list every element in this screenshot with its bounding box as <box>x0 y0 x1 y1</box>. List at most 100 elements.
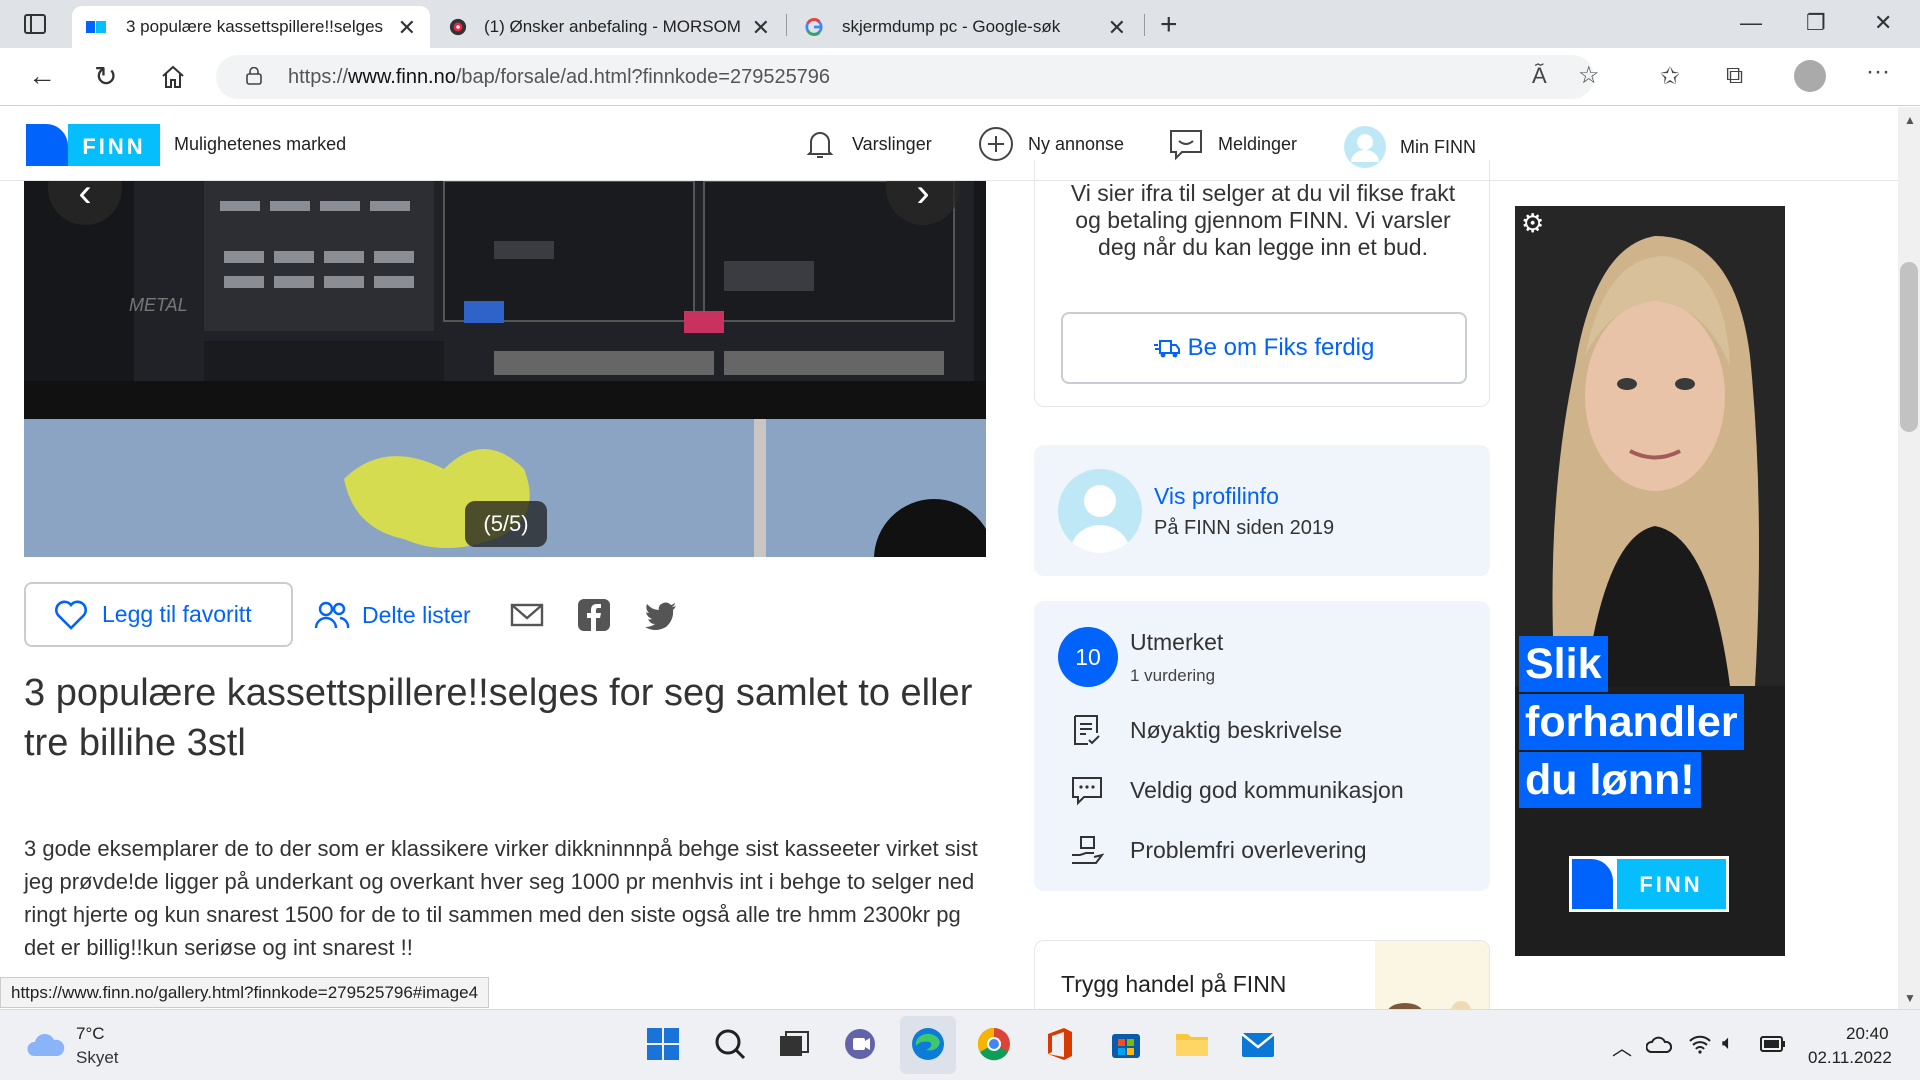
collections-icon[interactable]: ⧉ <box>1726 62 1743 90</box>
ad-headline-line: forhandler <box>1519 694 1744 750</box>
minimize-icon[interactable]: — <box>1740 10 1762 36</box>
back-icon[interactable]: ← <box>28 60 56 92</box>
profile-avatar[interactable] <box>1794 60 1826 92</box>
battery-icon[interactable] <box>1760 1036 1786 1052</box>
home-icon[interactable] <box>160 64 186 90</box>
wifi-icon[interactable] <box>1688 1034 1712 1054</box>
scroll-thumb[interactable] <box>1900 262 1918 432</box>
image-gallery[interactable]: METAL ‹ › (5/5) <box>24 181 986 557</box>
url-field[interactable]: https://www.finn.no/bap/forsale/ad.html?… <box>216 55 1600 99</box>
refresh-icon[interactable]: ↻ <box>94 60 117 93</box>
chevron-right-icon: › <box>916 181 930 215</box>
tab-google[interactable]: skjermdump pc - Google-søk ✕ <box>788 6 1140 48</box>
fiks-ferdig-card: Vi sier ifra til selger at du vil fikse … <box>1034 160 1490 407</box>
twitter-share-icon[interactable] <box>644 598 678 632</box>
mail-icon[interactable] <box>1238 1024 1278 1064</box>
seller-profile-card: Vis profilinfo På FINN siden 2019 <box>1034 445 1490 576</box>
start-icon[interactable] <box>643 1024 683 1064</box>
cloud-icon[interactable] <box>26 1030 66 1058</box>
tab-separator <box>786 14 787 36</box>
favorites-icon[interactable]: ✩ <box>1660 62 1680 91</box>
onedrive-icon[interactable] <box>1646 1034 1672 1054</box>
ad-finn-logo: FINN <box>1569 856 1729 912</box>
gallery-photo: METAL <box>24 181 986 419</box>
fiks-info-text: Vi sier ifra til selger at du vil fikse … <box>1070 180 1456 260</box>
bell-icon <box>806 132 834 158</box>
tab-actions-icon[interactable] <box>24 14 46 34</box>
plus-circle-icon <box>979 127 1013 161</box>
handover-package-icon <box>1072 836 1104 864</box>
scroll-down-icon[interactable]: ▼ <box>1904 991 1916 1005</box>
google-favicon-icon <box>805 18 823 36</box>
page-scrollbar[interactable]: ▲ ▼ <box>1898 107 1920 1009</box>
facebook-share-icon[interactable] <box>577 598 611 632</box>
rating-item-label: Problemfri overlevering <box>1130 836 1367 863</box>
file-explorer-icon[interactable] <box>1172 1024 1212 1064</box>
tab-label: skjermdump pc - Google-søk <box>842 17 1061 36</box>
tab-label: 3 populære kassettspillere!!selges <box>126 17 384 36</box>
finn-favicon-icon <box>86 21 106 33</box>
weather-temperature[interactable]: 7°C <box>76 1024 105 1044</box>
ad-logo-text: FINN <box>1639 872 1702 897</box>
ad-settings-icon[interactable]: ⚙ <box>1521 208 1544 239</box>
rating-label: Utmerket <box>1130 629 1224 655</box>
finn-logo[interactable]: FINN <box>26 124 160 166</box>
ad-headline-line: Slik <box>1519 636 1608 692</box>
nav-meldinger[interactable]: Meldinger <box>1168 126 1297 162</box>
weather-condition[interactable]: Skyet <box>76 1048 119 1068</box>
message-icon <box>1170 130 1202 161</box>
fiks-ferdig-button[interactable]: Be om Fiks ferdig <box>1061 312 1467 384</box>
url-text: https://www.finn.no/bap/forsale/ad.html?… <box>288 66 831 88</box>
favorite-button[interactable]: Legg til favoritt <box>24 582 293 647</box>
rating-item: Nøyaktig beskrivelse <box>1070 713 1342 747</box>
task-view-icon[interactable] <box>774 1024 814 1064</box>
close-tab-icon[interactable]: ✕ <box>398 15 416 41</box>
new-tab-icon[interactable]: + <box>1160 8 1178 42</box>
rating-item: Problemfri overlevering <box>1070 833 1366 867</box>
clock-time[interactable]: 20:40 <box>1846 1024 1889 1044</box>
safe-trade-card[interactable]: Trygg handel på FINN <box>1034 940 1490 1020</box>
address-bar: ← ↻ https://www.finn.no/bap/forsale/ad.h… <box>0 48 1920 106</box>
search-icon[interactable] <box>710 1024 750 1064</box>
tab-morsom[interactable]: (1) Ønsker anbefaling - MORSOM ✕ <box>432 6 784 48</box>
chrome-icon[interactable] <box>974 1024 1014 1064</box>
link-status-url: https://www.finn.no/gallery.html?finnkod… <box>0 977 490 1008</box>
store-icon[interactable] <box>1106 1024 1146 1064</box>
rating-count: 1 vurdering <box>1130 666 1216 685</box>
tab-finn-ad[interactable]: 3 populære kassettspillere!!selges ✕ <box>72 6 430 48</box>
browser-tab-bar: 3 populære kassettspillere!!selges ✕ (1)… <box>0 0 1920 48</box>
more-menu-icon[interactable]: ··· <box>1866 58 1890 86</box>
heart-icon <box>55 600 87 630</box>
email-share-icon[interactable] <box>510 598 544 632</box>
volume-icon[interactable]: 🔈︎ <box>1722 1032 1734 1055</box>
rating-item-label: Nøyaktig beskrivelse <box>1130 716 1343 743</box>
scroll-up-icon[interactable]: ▲ <box>1904 113 1916 127</box>
shared-lists-button[interactable]: Delte lister <box>314 600 471 630</box>
nav-ny-annonse[interactable]: Ny annonse <box>978 126 1124 162</box>
advertisement-banner[interactable]: ⚙ Slik forhandler du lønn! FINN <box>1515 206 1785 956</box>
tab-label: (1) Ønsker anbefaling - MORSOM <box>484 17 740 36</box>
close-tab-icon[interactable]: ✕ <box>752 15 770 41</box>
fiks-button-label: Be om Fiks ferdig <box>1187 334 1375 361</box>
safe-trade-title: Trygg handel på FINN <box>1061 971 1287 997</box>
seller-avatar <box>1058 469 1142 553</box>
clock-date[interactable]: 02.11.2022 <box>1808 1048 1892 1068</box>
users-icon <box>314 601 350 629</box>
view-profile-link[interactable]: Vis profilinfo <box>1154 483 1279 510</box>
rating-score-badge: 10 <box>1058 627 1118 687</box>
close-window-icon[interactable]: ✕ <box>1874 10 1892 36</box>
rating-item: Veldig god kommunikasjon <box>1070 773 1404 807</box>
add-favorite-icon[interactable]: ☆ <box>1578 61 1600 90</box>
restore-icon[interactable]: ❐ <box>1806 10 1826 36</box>
show-hidden-icons-icon[interactable]: ︿ <box>1612 1032 1632 1061</box>
delivery-truck-icon <box>1153 340 1180 358</box>
nav-varslinger[interactable]: Varslinger <box>802 126 932 162</box>
ad-title: 3 populære kassettspillere!!selges for s… <box>24 672 973 764</box>
office-icon[interactable] <box>1040 1024 1080 1064</box>
close-tab-icon[interactable]: ✕ <box>1108 15 1126 41</box>
read-aloud-icon[interactable]: A᷉ <box>1532 63 1547 89</box>
teams-chat-icon[interactable] <box>840 1024 880 1064</box>
edge-icon[interactable] <box>908 1024 948 1064</box>
finn-header: FINN Mulighetenes marked Varslinger Ny a… <box>0 107 1898 181</box>
document-check-icon <box>1074 715 1100 745</box>
